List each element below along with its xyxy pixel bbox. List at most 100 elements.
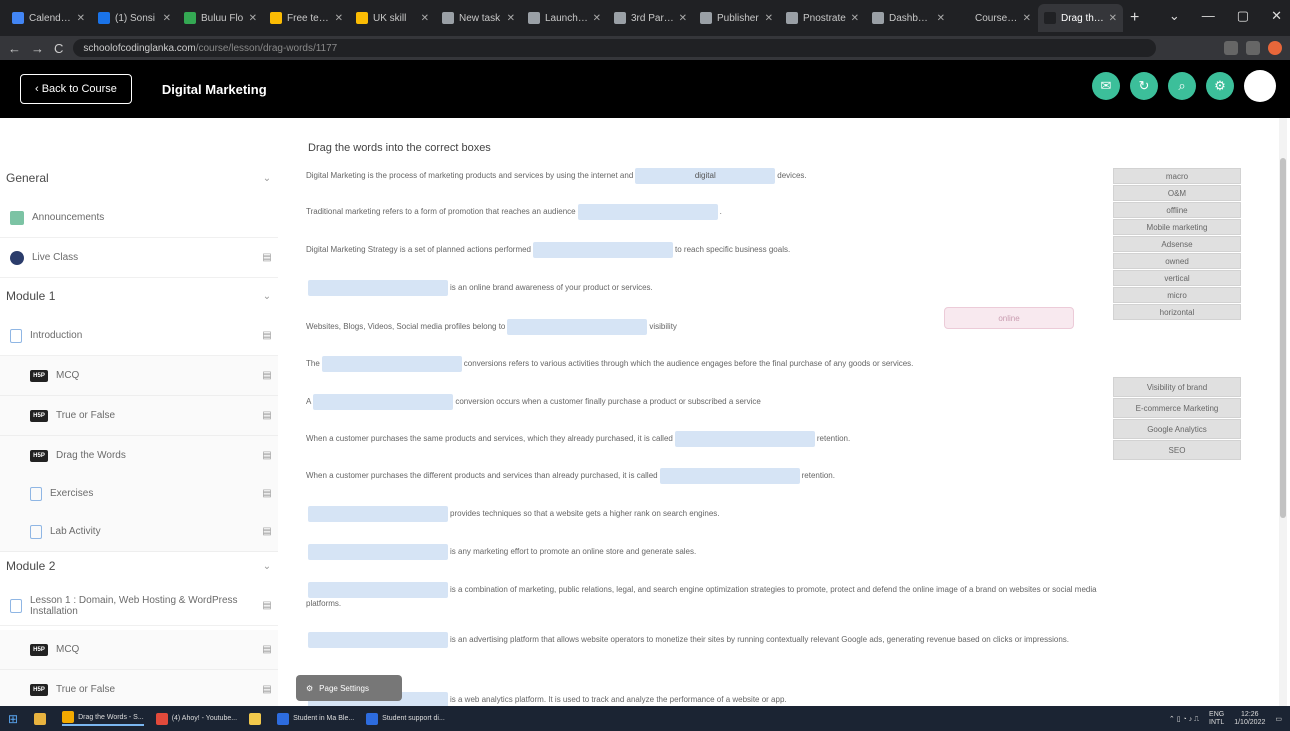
drop-zone[interactable] — [507, 319, 648, 335]
back-to-course-button[interactable]: ‹ Back to Course — [20, 74, 132, 104]
browser-tab[interactable]: Pnostrate ✕ — [780, 4, 865, 32]
chat-icon[interactable]: ✉ — [1092, 72, 1120, 100]
draggable-word[interactable]: Google Analytics — [1113, 419, 1241, 439]
drop-zone[interactable] — [321, 356, 462, 372]
tab-close-icon[interactable]: ✕ — [937, 13, 945, 24]
browser-tab[interactable]: Buluu Flo ✕ — [178, 4, 263, 32]
taskbar-app[interactable] — [249, 712, 265, 725]
avatar[interactable] — [1244, 70, 1276, 102]
draggable-word[interactable]: E-commerce Marketing — [1113, 398, 1241, 418]
back-arrow-icon[interactable]: ← — [8, 41, 21, 56]
browser-tab[interactable]: New task ✕ — [436, 4, 521, 32]
close-icon[interactable]: ✕ — [1271, 8, 1282, 24]
tab-close-icon[interactable]: ✕ — [851, 13, 859, 24]
scrollbar-thumb[interactable] — [1280, 158, 1286, 518]
tab-close-icon[interactable]: ✕ — [1109, 13, 1117, 24]
drop-zone[interactable] — [308, 544, 448, 560]
language-indicator[interactable]: ENG INTL — [1209, 711, 1224, 727]
search-icon[interactable]: ⌕ — [1168, 72, 1196, 100]
taskbar-app[interactable]: (4) Ahoy! - Youtube... — [155, 712, 237, 725]
browser-tab[interactable]: Drag the W ✕ — [1038, 4, 1123, 32]
sidebar-module[interactable]: Module 2 ⌄ — [0, 546, 278, 586]
sidebar-item[interactable]: Exercises ▤ — [0, 474, 278, 514]
draggable-word[interactable]: vertical — [1113, 270, 1241, 286]
draggable-word[interactable]: offline — [1113, 202, 1241, 218]
new-tab-button[interactable]: + — [1130, 9, 1139, 27]
refresh-icon[interactable]: ↻ — [1130, 72, 1158, 100]
taskbar-app[interactable] — [34, 712, 50, 725]
drop-zone[interactable]: digital — [635, 168, 776, 184]
tab-favicon-icon — [184, 12, 196, 24]
sidebar-module[interactable]: Module 1 ⌄ — [0, 276, 278, 316]
extension-icon[interactable] — [1246, 41, 1260, 55]
sidebar-module[interactable]: General ⌄ — [0, 158, 278, 198]
windows-start-icon[interactable]: ⊞ — [8, 712, 18, 726]
draggable-word[interactable]: Adsense — [1113, 236, 1241, 252]
drop-zone[interactable] — [659, 468, 800, 484]
browser-tab[interactable]: Courses Fo ✕ — [952, 4, 1037, 32]
tab-close-icon[interactable]: ✕ — [77, 13, 85, 24]
tab-close-icon[interactable]: ✕ — [593, 13, 601, 24]
draggable-word[interactable]: SEO — [1113, 440, 1241, 460]
url-field[interactable]: schoolofcodinglanka.com /course/lesson/d… — [73, 39, 1156, 57]
tab-close-icon[interactable]: ✕ — [421, 13, 429, 24]
draggable-word[interactable]: micro — [1113, 287, 1241, 303]
tab-close-icon[interactable]: ✕ — [335, 13, 343, 24]
browser-tab[interactable]: UK skill ✕ — [350, 4, 435, 32]
page-settings-button[interactable]: ⚙ Page Settings — [296, 675, 402, 701]
browser-tab[interactable]: Calendario ✕ — [6, 4, 91, 32]
sidebar-item[interactable]: H5P MCQ ▤ — [0, 630, 278, 670]
taskbar-app[interactable]: Drag the Words - S... — [62, 711, 144, 726]
taskbar-app[interactable]: Student support di... — [366, 712, 445, 725]
sidebar-item[interactable]: Lesson 1 : Domain, Web Hosting & WordPre… — [0, 586, 278, 626]
minimize-icon[interactable]: — — [1202, 8, 1215, 24]
drop-zone[interactable] — [313, 394, 454, 410]
dragging-word-chip[interactable]: online — [944, 307, 1074, 329]
drop-zone[interactable] — [308, 632, 448, 648]
tab-close-icon[interactable]: ✕ — [507, 13, 515, 24]
draggable-word[interactable]: horizontal — [1113, 304, 1241, 320]
drop-zone[interactable] — [674, 431, 815, 447]
draggable-word[interactable]: owned — [1113, 253, 1241, 269]
reload-icon[interactable]: C — [54, 41, 63, 56]
sidebar-item[interactable]: H5P MCQ ▤ — [0, 356, 278, 396]
maximize-icon[interactable]: ▢ — [1237, 8, 1249, 24]
drop-zone[interactable] — [308, 280, 448, 296]
settings-icon[interactable]: ⚙ — [1206, 72, 1234, 100]
notification-icon[interactable]: ▭ — [1275, 715, 1282, 723]
sidebar-item[interactable]: H5P True or False ▤ — [0, 670, 278, 710]
tab-close-icon[interactable]: ✕ — [1023, 13, 1031, 24]
draggable-word[interactable]: Visibility of brand — [1113, 377, 1241, 397]
browser-tab[interactable]: 3rd Party C ✕ — [608, 4, 693, 32]
sidebar-item[interactable]: Introduction ▤ — [0, 316, 278, 356]
draggable-word[interactable]: macro — [1113, 168, 1241, 184]
tab-close-icon[interactable]: ✕ — [679, 13, 687, 24]
tab-close-icon[interactable]: ✕ — [163, 13, 171, 24]
sidebar-item[interactable]: Live Class ▤ — [0, 238, 278, 278]
sidebar-item[interactable]: Announcements — [0, 198, 278, 238]
chevron-down-icon[interactable]: ⌄ — [1169, 8, 1180, 24]
tab-close-icon[interactable]: ✕ — [765, 13, 773, 24]
profile-icon[interactable] — [1268, 41, 1282, 55]
page-scrollbar[interactable] — [1279, 118, 1287, 706]
extension-icon[interactable] — [1224, 41, 1238, 55]
draggable-word[interactable]: Mobile marketing — [1113, 219, 1241, 235]
sidebar-item[interactable]: H5P Drag the Words ▤ — [0, 436, 278, 476]
taskbar-app[interactable]: Student in Ma Ble... — [277, 712, 354, 725]
drop-zone[interactable] — [308, 582, 448, 598]
clock[interactable]: 12:26 1/10/2022 — [1234, 711, 1265, 727]
tab-close-icon[interactable]: ✕ — [249, 13, 257, 24]
drop-zone[interactable] — [533, 242, 674, 258]
browser-tab[interactable]: Dashboard ✕ — [866, 4, 951, 32]
sidebar-item[interactable]: H5P True or False ▤ — [0, 396, 278, 436]
forward-arrow-icon[interactable]: → — [31, 41, 44, 56]
browser-tab[interactable]: Free texts ✕ — [264, 4, 349, 32]
drop-zone[interactable] — [577, 204, 718, 220]
course-sidebar: General ⌄ Announcements Live Class ▤ Module 1… — [0, 118, 278, 710]
browser-tab[interactable]: Publisher ✕ — [694, 4, 779, 32]
browser-tab[interactable]: Launchast ✕ — [522, 4, 607, 32]
tray-icons[interactable]: ⌃ ▯ ◔ ♪ ⎍ — [1169, 715, 1199, 724]
drop-zone[interactable] — [308, 506, 448, 522]
browser-tab[interactable]: (1) Sonsi ✕ — [92, 4, 177, 32]
draggable-word[interactable]: O&M — [1113, 185, 1241, 201]
